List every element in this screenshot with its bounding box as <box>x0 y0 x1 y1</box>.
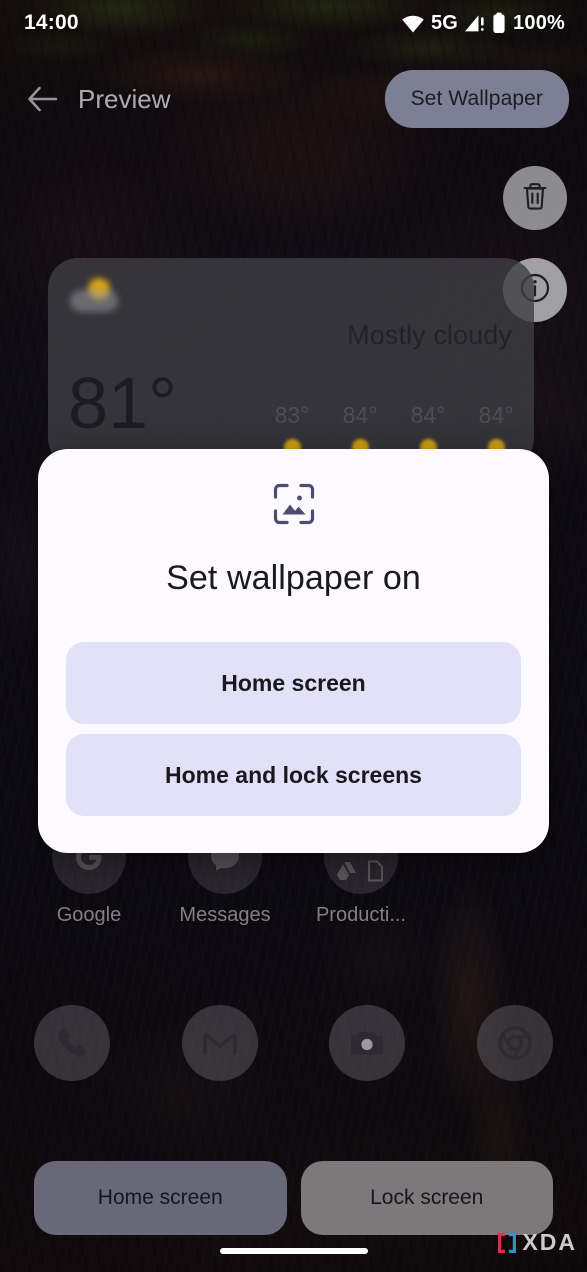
gesture-nav-pill[interactable] <box>219 1248 368 1254</box>
sun-behind-cloud-icon <box>66 276 128 320</box>
xda-bracket-logo <box>498 1232 517 1253</box>
forecast-temp: 83° <box>274 402 310 428</box>
xda-watermark: XDA <box>496 1229 577 1256</box>
forecast-item: 84° <box>338 402 382 456</box>
phone-icon[interactable] <box>34 1005 110 1081</box>
set-wallpaper-dialog: Set wallpaper on Home screen Home and lo… <box>38 449 549 853</box>
app-label: Producti... <box>315 904 407 926</box>
set-wallpaper-button[interactable]: Set Wallpaper <box>384 70 569 128</box>
cellular-signal-alert-icon <box>464 13 486 33</box>
dialog-option-home-screen[interactable]: Home screen <box>66 642 521 724</box>
screen-preview-tabs: Home screen Lock screen <box>0 1161 587 1235</box>
status-bar-icons: 5G 100% <box>401 12 565 35</box>
weather-widget[interactable]: Mostly cloudy 81° 83° 84° 84° 84° <box>48 258 534 468</box>
status-bar: 14:00 5G 100% <box>0 0 587 46</box>
gmail-icon[interactable] <box>181 1005 258 1081</box>
forecast-item: 84° <box>406 402 450 456</box>
docs-mini-icon <box>368 860 384 882</box>
app-bar: Preview Set Wallpaper <box>0 66 587 132</box>
launcher-dock <box>0 1005 587 1081</box>
dialog-title: Set wallpaper on <box>166 559 421 597</box>
tab-lock-screen[interactable]: Lock screen <box>300 1161 553 1235</box>
weather-forecast-row: 83° 84° 84° 84° <box>270 402 518 456</box>
camera-icon[interactable] <box>329 1005 406 1081</box>
dialog-option-home-and-lock[interactable]: Home and lock screens <box>66 734 521 816</box>
battery-full-icon <box>492 12 506 34</box>
weather-current-temp: 81° <box>68 364 177 444</box>
forecast-item: 83° <box>270 402 314 456</box>
delete-wallpaper-button[interactable] <box>503 166 567 230</box>
app-label: Messages <box>179 904 271 926</box>
status-bar-clock: 14:00 <box>24 11 79 34</box>
forecast-temp: 84° <box>478 402 514 428</box>
xda-wordmark: XDA <box>522 1229 577 1255</box>
tab-home-screen[interactable]: Home screen <box>34 1161 287 1235</box>
page-title: Preview <box>78 83 171 114</box>
weather-condition: Mostly cloudy <box>347 320 512 350</box>
drive-mini-icon <box>336 862 356 881</box>
forecast-temp: 84° <box>342 402 378 428</box>
back-arrow-icon[interactable] <box>20 77 64 121</box>
forecast-item: 84° <box>474 402 518 456</box>
phone-screen: 14:00 5G 100% Preview Set Wallpaper Most… <box>0 0 587 1272</box>
dialog-options: Home screen Home and lock screens <box>66 642 521 816</box>
app-label: Google <box>56 904 122 926</box>
battery-percent-label: 100% <box>513 11 565 34</box>
forecast-temp: 84° <box>410 402 446 428</box>
wifi-icon <box>401 13 425 33</box>
network-type-label: 5G <box>430 11 459 34</box>
chrome-icon[interactable] <box>476 1005 553 1081</box>
trash-icon <box>521 181 549 216</box>
wallpaper-image-icon <box>273 483 315 525</box>
